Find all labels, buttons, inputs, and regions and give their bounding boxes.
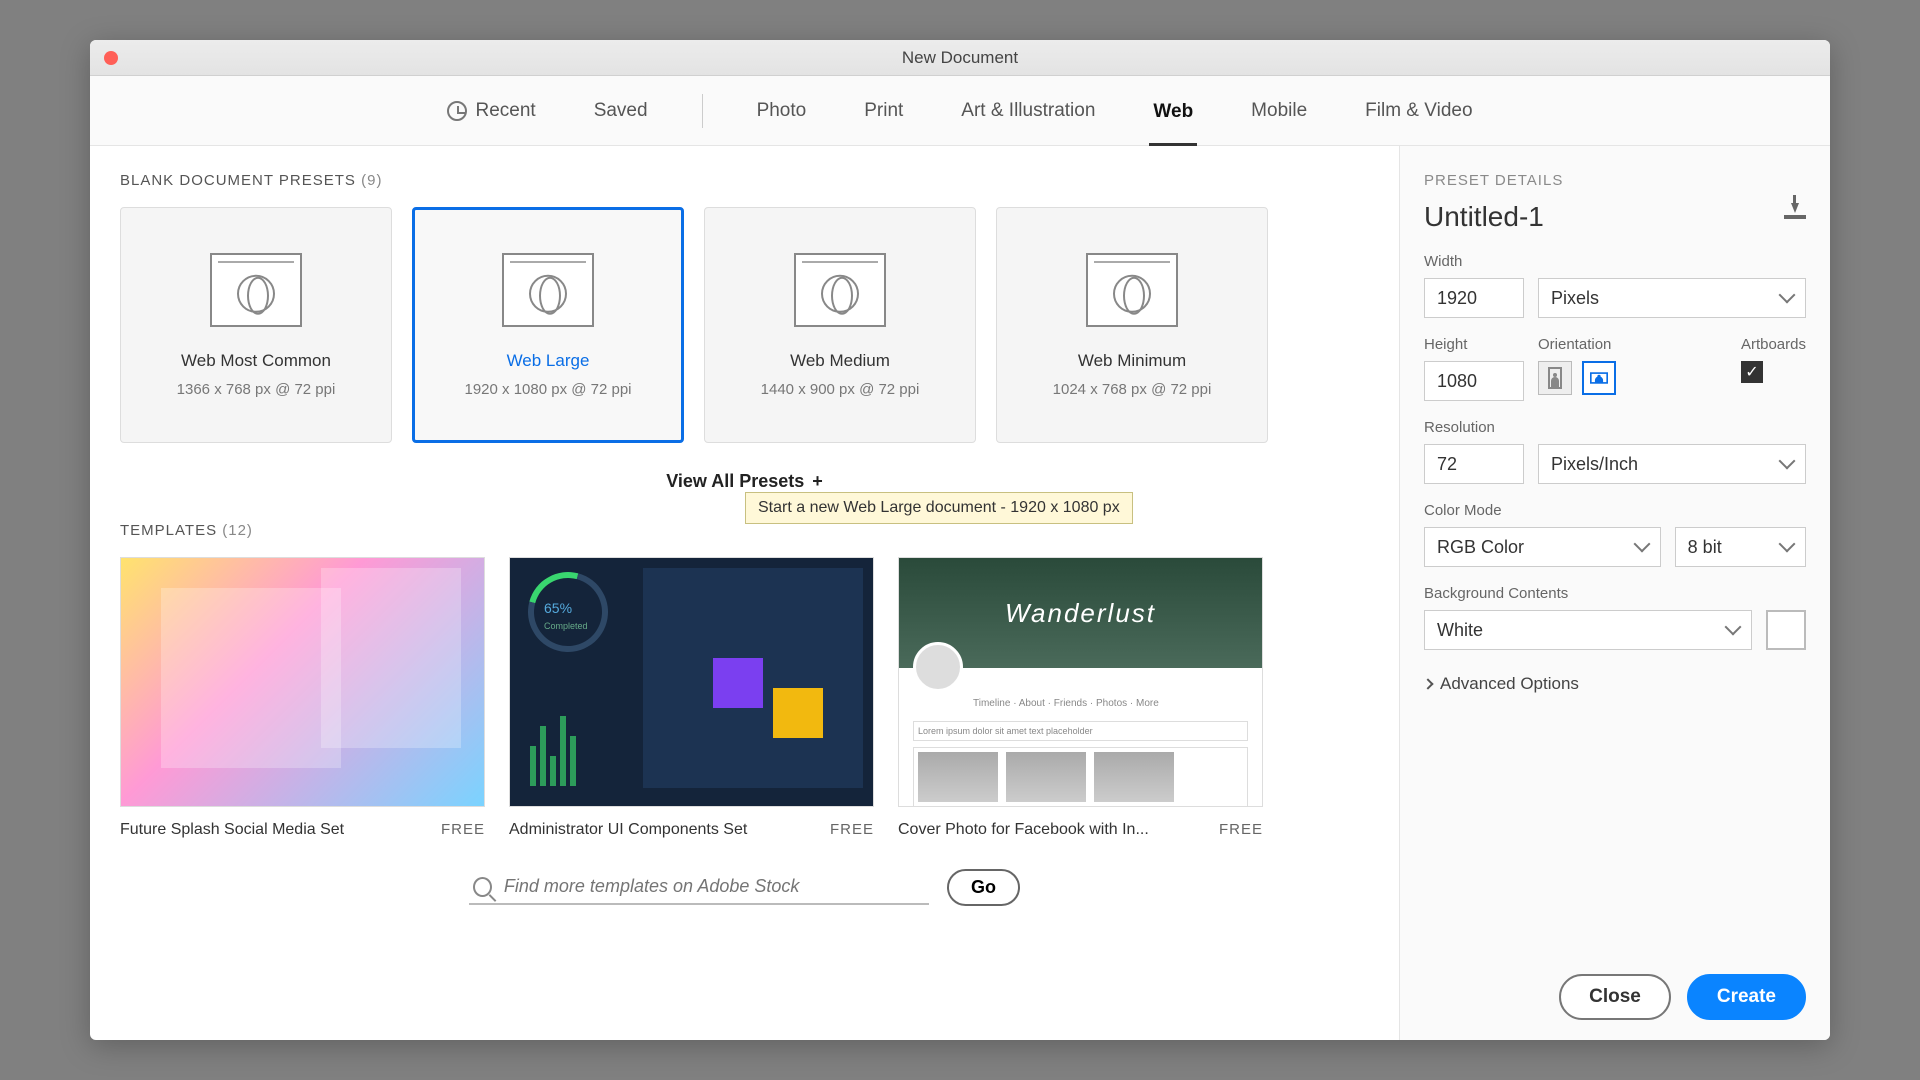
- orientation-portrait-button[interactable]: [1538, 361, 1572, 395]
- resolution-units-select[interactable]: Pixels/Inch: [1538, 444, 1806, 484]
- go-button[interactable]: Go: [947, 869, 1020, 906]
- chevron-right-icon: [1422, 678, 1433, 689]
- landscape-icon: [1590, 367, 1608, 389]
- preset-name: Web Large: [507, 351, 590, 371]
- view-all-presets-button[interactable]: View All Presets+: [120, 471, 1369, 492]
- main-panel: BLANK DOCUMENT PRESETS (9) Web Most Comm…: [90, 146, 1400, 1040]
- tab-art-illustration[interactable]: Art & Illustration: [957, 94, 1099, 128]
- orientation-landscape-button[interactable]: [1582, 361, 1616, 395]
- template-label: Future Splash Social Media Set FREE: [120, 821, 485, 839]
- presets-heading: BLANK DOCUMENT PRESETS (9): [120, 172, 1369, 189]
- preset-tooltip: Start a new Web Large document - 1920 x …: [745, 492, 1133, 524]
- document-name-field[interactable]: Untitled-1: [1424, 201, 1544, 233]
- bg-contents-label: Background Contents: [1424, 585, 1806, 602]
- preset-dims: 1366 x 768 px @ 72 ppi: [177, 381, 336, 398]
- bit-depth-select[interactable]: 8 bit: [1675, 527, 1806, 567]
- chevron-down-icon: [1779, 287, 1796, 304]
- search-input[interactable]: [504, 876, 925, 897]
- preset-web-large[interactable]: Web Large 1920 x 1080 px @ 72 ppi: [412, 207, 684, 443]
- new-document-dialog: New Document Recent Saved Photo Print Ar…: [90, 40, 1830, 1040]
- template-label: Administrator UI Components Set FREE: [509, 821, 874, 839]
- units-select[interactable]: Pixels: [1538, 278, 1806, 318]
- preset-web-most-common[interactable]: Web Most Common 1366 x 768 px @ 72 ppi: [120, 207, 392, 443]
- artboards-checkbox[interactable]: ✓: [1741, 361, 1763, 383]
- preset-dims: 1440 x 900 px @ 72 ppi: [761, 381, 920, 398]
- resolution-input[interactable]: 72: [1424, 444, 1524, 484]
- artboards-label: Artboards: [1741, 336, 1806, 353]
- tab-print[interactable]: Print: [860, 94, 907, 128]
- category-tabs: Recent Saved Photo Print Art & Illustrat…: [90, 76, 1830, 146]
- plus-icon: +: [812, 471, 823, 491]
- chevron-down-icon: [1779, 453, 1796, 470]
- preset-dims: 1920 x 1080 px @ 72 ppi: [464, 381, 631, 398]
- color-mode-label: Color Mode: [1424, 502, 1806, 519]
- tab-recent[interactable]: Recent: [443, 94, 539, 128]
- height-input[interactable]: 1080: [1424, 361, 1524, 401]
- titlebar: New Document: [90, 40, 1830, 76]
- template-card[interactable]: 65%Completed Administrator UI Components…: [509, 557, 874, 839]
- chevron-down-icon: [1779, 536, 1796, 553]
- globe-icon: [1113, 274, 1151, 312]
- preset-web-minimum[interactable]: Web Minimum 1024 x 768 px @ 72 ppi: [996, 207, 1268, 443]
- window-close-button[interactable]: [104, 51, 118, 65]
- orientation-label: Orientation: [1538, 336, 1616, 353]
- chevron-down-icon: [1725, 619, 1742, 636]
- globe-icon: [821, 274, 859, 312]
- templates-row: Future Splash Social Media Set FREE 65%C…: [120, 557, 1369, 839]
- preset-row: Web Most Common 1366 x 768 px @ 72 ppi W…: [120, 207, 1369, 443]
- details-heading: PRESET DETAILS: [1424, 172, 1806, 189]
- preset-name: Web Medium: [790, 351, 890, 371]
- search-icon: [473, 877, 492, 897]
- template-thumbnail: Wanderlust Timeline · About · Friends · …: [898, 557, 1263, 807]
- templates-heading: TEMPLATES (12): [120, 522, 1369, 539]
- preset-web-medium[interactable]: Web Medium 1440 x 900 px @ 72 ppi: [704, 207, 976, 443]
- document-icon: [502, 253, 594, 327]
- resolution-label: Resolution: [1424, 419, 1806, 436]
- portrait-icon: [1546, 367, 1564, 389]
- create-button[interactable]: Create: [1687, 974, 1806, 1020]
- tab-photo[interactable]: Photo: [753, 94, 811, 128]
- template-label: Cover Photo for Facebook with In... FREE: [898, 821, 1263, 839]
- search-bar: Go: [120, 869, 1369, 926]
- bg-color-swatch[interactable]: [1766, 610, 1806, 650]
- width-label: Width: [1424, 253, 1806, 270]
- width-input[interactable]: 1920: [1424, 278, 1524, 318]
- preset-name: Web Minimum: [1078, 351, 1186, 371]
- search-box[interactable]: [469, 870, 929, 905]
- tab-saved[interactable]: Saved: [590, 94, 652, 128]
- template-thumbnail: 65%Completed: [509, 557, 874, 807]
- tab-web[interactable]: Web: [1149, 95, 1197, 146]
- tab-mobile[interactable]: Mobile: [1247, 94, 1311, 128]
- preset-name: Web Most Common: [181, 351, 331, 371]
- globe-icon: [237, 274, 275, 312]
- bg-contents-select[interactable]: White: [1424, 610, 1752, 650]
- preset-dims: 1024 x 768 px @ 72 ppi: [1053, 381, 1212, 398]
- document-icon: [1086, 253, 1178, 327]
- document-icon: [210, 253, 302, 327]
- template-card[interactable]: Wanderlust Timeline · About · Friends · …: [898, 557, 1263, 839]
- dialog-footer: Close Create: [1424, 954, 1806, 1020]
- template-thumbnail: [120, 557, 485, 807]
- advanced-options-toggle[interactable]: Advanced Options: [1424, 674, 1806, 694]
- document-icon: [794, 253, 886, 327]
- color-mode-select[interactable]: RGB Color: [1424, 527, 1661, 567]
- template-card[interactable]: Future Splash Social Media Set FREE: [120, 557, 485, 839]
- close-button[interactable]: Close: [1559, 974, 1671, 1020]
- tab-film-video[interactable]: Film & Video: [1361, 94, 1476, 128]
- window-title: New Document: [902, 48, 1018, 68]
- chevron-down-icon: [1633, 536, 1650, 553]
- download-preset-icon[interactable]: [1784, 215, 1806, 219]
- globe-icon: [529, 274, 567, 312]
- divider: [702, 94, 703, 128]
- preset-details-panel: PRESET DETAILS Untitled-1 Width 1920 Pix…: [1400, 146, 1830, 1040]
- recent-icon: [447, 101, 467, 121]
- height-label: Height: [1424, 336, 1524, 353]
